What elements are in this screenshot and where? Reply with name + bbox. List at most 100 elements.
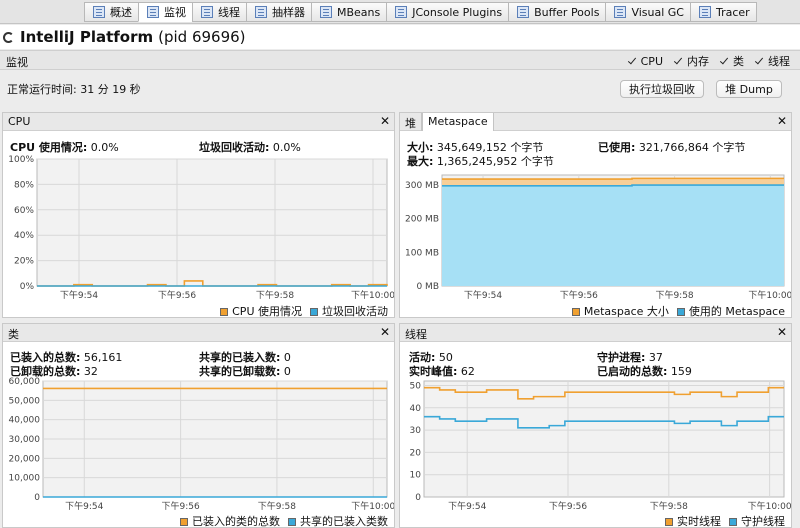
monitor-label: 监视 bbox=[6, 56, 28, 69]
x-tick-label: 下午10:00 bbox=[748, 500, 791, 511]
x-tick-label: 下午9:56 bbox=[161, 500, 199, 511]
tab-label: 线程 bbox=[218, 6, 240, 19]
tab-sampler[interactable]: 抽样器 bbox=[246, 2, 312, 22]
tab-label: Visual GC bbox=[631, 5, 684, 19]
metaspace-chart: 0 MB 100 MB 200 MB 300 MB 下午9:54 下午9:56 下午9:58… bbox=[405, 174, 791, 301]
y-tick-label: 100% bbox=[8, 155, 34, 165]
perform-gc-button[interactable]: 执行垃圾回收 bbox=[620, 80, 704, 98]
x-tick-label: 下午10:00 bbox=[351, 500, 394, 511]
cpu-legend-label: CPU 使用情况 bbox=[232, 305, 302, 318]
toggle-threads[interactable]: 线程 bbox=[754, 53, 790, 69]
classes-panel: 类 ✕ 已装入的总数: 56,161 已卸载的总数: 32 共享的已装入数: 0… bbox=[2, 323, 395, 528]
tab-threads[interactable]: 线程 bbox=[192, 2, 247, 22]
jconsole-icon bbox=[395, 6, 408, 18]
metaspace-max: 最大: 1,365,245,952 个字节 bbox=[407, 153, 554, 169]
plot-area bbox=[423, 380, 785, 498]
tab-heap[interactable]: 堆 bbox=[400, 113, 422, 131]
toggle-cpu[interactable]: CPU bbox=[627, 53, 663, 69]
tab-bar: 概述 监视 线程 抽样器 MBeans JConsole Plugins Buffer Po… bbox=[0, 0, 800, 24]
x-tick-label: 下午9:58 bbox=[258, 500, 296, 511]
series-line bbox=[442, 177, 784, 180]
x-tick-label: 下午9:58 bbox=[655, 289, 693, 301]
y-tick-label: 100 MB bbox=[405, 248, 439, 258]
tab-mbeans[interactable]: MBeans bbox=[311, 2, 388, 22]
cpu-panel-header: CPU ✕ bbox=[3, 113, 394, 131]
monitor-icon bbox=[147, 6, 159, 18]
classes-panel-title: 类 bbox=[8, 328, 19, 341]
x-tick-label: 下午10:00 bbox=[351, 289, 394, 301]
buffer-pools-icon bbox=[517, 6, 530, 18]
threads-panel-title: 线程 bbox=[405, 328, 427, 341]
cpu-chart: 0% 20% 40% 60% 80% 100% 下午9:54 下午9:56 下午9:58 下午10… bbox=[8, 155, 394, 301]
toggle-threads-label: 线程 bbox=[768, 55, 790, 68]
y-tick-label: 50 bbox=[410, 381, 422, 391]
tab-label: Buffer Pools bbox=[534, 5, 600, 19]
series-area bbox=[442, 185, 784, 286]
y-tick-label: 10,000 bbox=[9, 474, 41, 484]
y-tick-label: 40,000 bbox=[9, 416, 41, 426]
threads-panel: 线程 ✕ 活动: 50 实时峰值: 62 守护进程: 37 已启动的总数: 15… bbox=[399, 323, 792, 528]
cpu-legend-item: CPU 使用情况 bbox=[220, 303, 302, 319]
tab-buffer-pools[interactable]: Buffer Pools bbox=[508, 2, 607, 22]
tab-monitor[interactable]: 监视 bbox=[138, 2, 193, 22]
toggle-classes[interactable]: 类 bbox=[719, 53, 744, 69]
process-id: (pid 69696) bbox=[158, 28, 246, 46]
tab-tracer[interactable]: Tracer bbox=[689, 2, 757, 22]
tab-jconsole[interactable]: JConsole Plugins bbox=[386, 2, 510, 22]
cpu-legend: CPU 使用情况 垃圾回收活动 bbox=[220, 303, 388, 319]
tab-visual-gc[interactable]: Visual GC bbox=[605, 2, 691, 22]
x-tick-label: 下午9:54 bbox=[448, 500, 486, 511]
classes-chart: 0 10,000 20,000 30,000 40,000 50,000 60,000 下午9… bbox=[9, 377, 395, 511]
classes-legend: 已装入的类的总数 共享的已装入类数 bbox=[180, 513, 388, 528]
tab-label: 监视 bbox=[164, 6, 186, 19]
tab-overview[interactable]: 概述 bbox=[84, 2, 139, 22]
y-tick-label: 30,000 bbox=[9, 435, 41, 445]
plot-area bbox=[36, 158, 388, 287]
threads-icon bbox=[201, 6, 213, 18]
check-icon bbox=[754, 56, 764, 66]
application-name: IntelliJ Platform bbox=[20, 28, 154, 46]
y-tick-label: 40% bbox=[14, 231, 34, 241]
gc-legend-item: 垃圾回收活动 bbox=[310, 303, 388, 319]
loaded-legend-label: 已装入的类的总数 bbox=[192, 515, 280, 528]
y-tick-label: 300 MB bbox=[405, 181, 439, 191]
x-tick-label: 下午9:54 bbox=[464, 289, 502, 301]
tab-metaspace[interactable]: Metaspace bbox=[422, 113, 494, 131]
y-tick-label: 80% bbox=[14, 180, 34, 190]
metaspace-used-label: 已使用: bbox=[598, 141, 636, 154]
shared-legend-label: 共享的已装入类数 bbox=[300, 515, 388, 528]
close-icon[interactable]: ✕ bbox=[380, 325, 390, 339]
monitor-header: 监视 CPU 内存 类 线程 bbox=[0, 50, 800, 70]
toggle-classes-label: 类 bbox=[733, 55, 744, 68]
series-line bbox=[442, 184, 784, 187]
tab-label: Tracer bbox=[715, 5, 750, 19]
metaspace-used: 已使用: 321,766,864 个字节 bbox=[598, 139, 745, 155]
y-tick-label: 10 bbox=[410, 471, 422, 481]
loaded-legend-item: 已装入的类的总数 bbox=[180, 513, 280, 528]
threads-legend: 实时线程 守护线程 bbox=[665, 513, 785, 528]
live-legend-label: 实时线程 bbox=[677, 515, 721, 528]
metaspace-max-value: 1,365,245,952 个字节 bbox=[436, 155, 554, 168]
y-tick-label: 50,000 bbox=[9, 396, 41, 406]
tab-label: 抽样器 bbox=[272, 6, 305, 19]
metaspace-legend: Metaspace 大小 使用的 Metaspace bbox=[571, 303, 785, 319]
check-icon bbox=[673, 56, 683, 66]
x-tick-label: 下午9:54 bbox=[60, 289, 98, 301]
y-tick-label: 30 bbox=[410, 426, 422, 436]
shared-legend-item: 共享的已装入类数 bbox=[288, 513, 388, 528]
heap-dump-button[interactable]: 堆 Dump bbox=[716, 80, 782, 98]
close-icon[interactable]: ✕ bbox=[777, 114, 787, 128]
tab-label: JConsole Plugins bbox=[412, 5, 503, 19]
threads-panel-header: 线程 ✕ bbox=[400, 324, 791, 342]
close-icon[interactable]: ✕ bbox=[777, 325, 787, 339]
metaspace-used-legend-item: 使用的 Metaspace bbox=[676, 303, 785, 319]
overview-icon bbox=[93, 6, 105, 18]
close-icon[interactable]: ✕ bbox=[380, 114, 390, 128]
cpu-panel: CPU ✕ CPU 使用情况: 0.0% 垃圾回收活动: 0.0% 0% 20% 4… bbox=[2, 112, 395, 318]
y-tick-label: 20,000 bbox=[9, 454, 41, 464]
sampler-icon bbox=[255, 6, 267, 18]
toggle-memory[interactable]: 内存 bbox=[673, 53, 709, 69]
tracer-icon bbox=[698, 6, 711, 18]
toggle-cpu-label: CPU bbox=[640, 54, 663, 68]
x-tick-label: 下午9:56 bbox=[560, 289, 598, 301]
